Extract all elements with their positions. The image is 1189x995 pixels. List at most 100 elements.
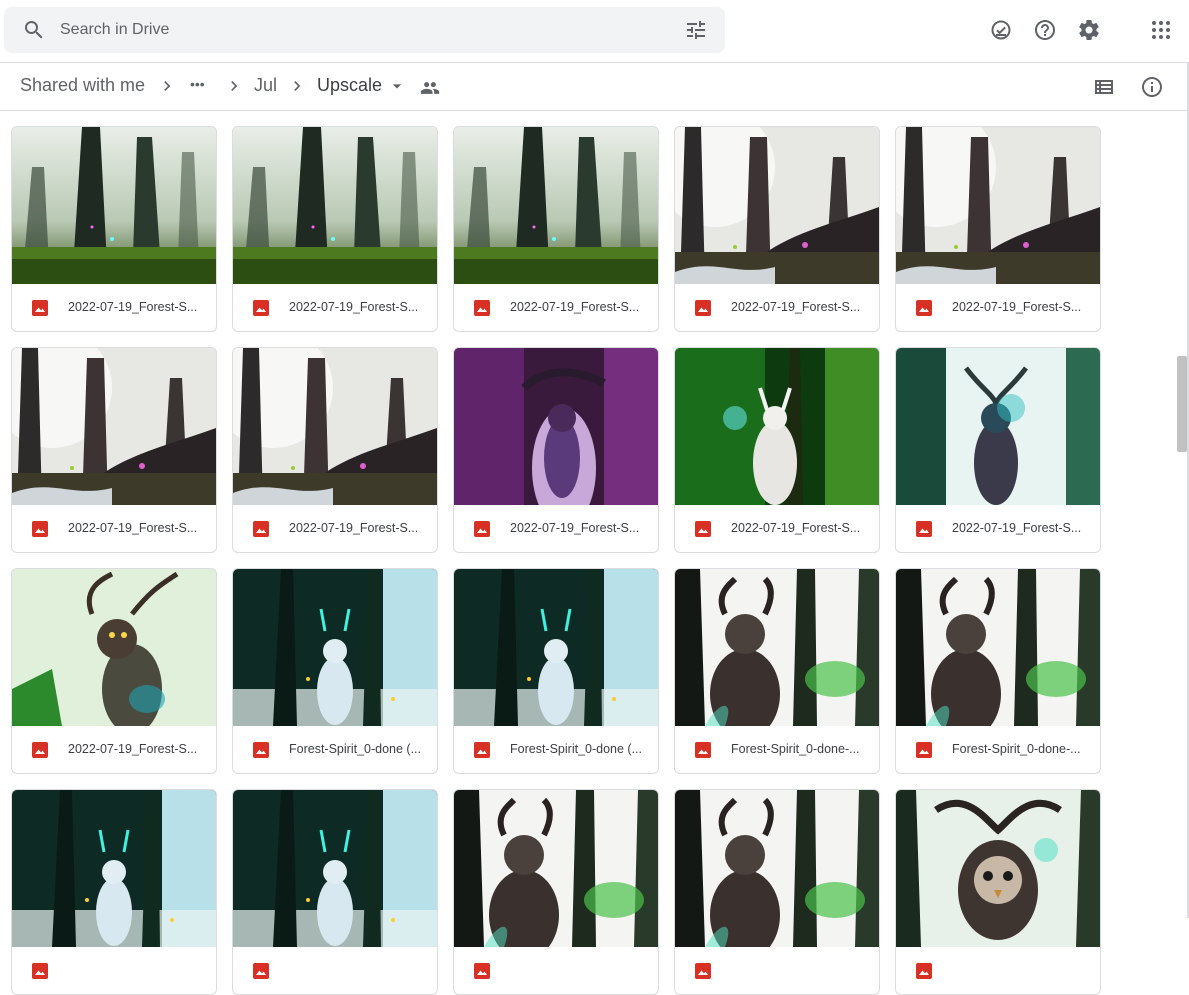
file-card[interactable]: Forest-Spirit_0-done-... — [674, 568, 880, 774]
file-label-row[interactable]: 2022-07-19_Forest-S... — [454, 284, 658, 331]
file-thumbnail[interactable] — [12, 127, 216, 284]
file-name: Forest-Spirit_0-done-... — [952, 742, 1081, 756]
file-name: 2022-07-19_Forest-S... — [68, 742, 198, 756]
file-thumbnail[interactable] — [233, 348, 437, 505]
file-thumbnail[interactable] — [896, 127, 1100, 284]
file-thumbnail[interactable] — [675, 348, 879, 505]
file-thumbnail[interactable] — [675, 127, 879, 284]
image-file-icon — [695, 521, 711, 537]
file-thumbnail[interactable] — [233, 790, 437, 947]
file-label-row[interactable]: 2022-07-19_Forest-S... — [12, 284, 216, 331]
file-thumbnail[interactable] — [454, 569, 658, 726]
file-thumbnail[interactable] — [12, 790, 216, 947]
file-label-row[interactable] — [675, 947, 879, 994]
file-card[interactable]: Forest-Spirit_0-done (... — [453, 568, 659, 774]
list-view-icon[interactable] — [1084, 67, 1124, 107]
image-file-icon — [916, 963, 932, 979]
scrollbar-thumb[interactable] — [1177, 356, 1187, 452]
file-card[interactable]: Forest-Spirit_0-done (... — [232, 568, 438, 774]
file-card[interactable]: 2022-07-19_Forest-S... — [11, 347, 217, 553]
file-label-row[interactable] — [896, 947, 1100, 994]
info-icon[interactable] — [1132, 67, 1172, 107]
file-name: 2022-07-19_Forest-S... — [289, 521, 419, 535]
file-card[interactable]: 2022-07-19_Forest-S... — [232, 347, 438, 553]
file-card[interactable]: 2022-07-19_Forest-S... — [11, 126, 217, 332]
file-card[interactable] — [895, 789, 1101, 995]
file-label-row[interactable] — [233, 947, 437, 994]
file-thumbnail[interactable] — [896, 569, 1100, 726]
file-label-row[interactable]: 2022-07-19_Forest-S... — [675, 505, 879, 552]
file-thumbnail[interactable] — [233, 569, 437, 726]
file-label-row[interactable]: Forest-Spirit_0-done (... — [233, 726, 437, 773]
file-card[interactable]: 2022-07-19_Forest-S... — [674, 126, 880, 332]
file-card[interactable] — [674, 789, 880, 995]
file-name: 2022-07-19_Forest-S... — [68, 521, 198, 535]
file-thumbnail[interactable] — [675, 569, 879, 726]
file-label-row[interactable] — [12, 947, 216, 994]
people-icon — [420, 78, 440, 98]
image-file-icon — [474, 742, 490, 758]
file-label-row[interactable]: 2022-07-19_Forest-S... — [454, 505, 658, 552]
file-label-row[interactable]: 2022-07-19_Forest-S... — [12, 726, 216, 773]
file-thumbnail[interactable] — [896, 790, 1100, 947]
file-thumbnail[interactable] — [896, 348, 1100, 505]
breadcrumb-jul[interactable]: Jul — [254, 75, 277, 96]
file-card[interactable]: 2022-07-19_Forest-S... — [453, 347, 659, 553]
file-thumbnail[interactable] — [233, 127, 437, 284]
file-thumbnail[interactable] — [12, 348, 216, 505]
search-box[interactable] — [4, 7, 725, 53]
offline-ready-icon[interactable] — [981, 10, 1021, 50]
file-label-row[interactable]: 2022-07-19_Forest-S... — [896, 505, 1100, 552]
breadcrumb-more-button[interactable]: ••• — [190, 76, 205, 92]
file-label-row[interactable]: 2022-07-19_Forest-S... — [233, 505, 437, 552]
settings-icon[interactable] — [1069, 10, 1109, 50]
file-label-row[interactable]: 2022-07-19_Forest-S... — [675, 284, 879, 331]
file-name: 2022-07-19_Forest-S... — [952, 521, 1082, 535]
file-card[interactable]: 2022-07-19_Forest-S... — [11, 568, 217, 774]
top-bar — [0, 0, 1189, 62]
file-label-row[interactable]: 2022-07-19_Forest-S... — [12, 505, 216, 552]
search-input[interactable] — [60, 7, 660, 53]
breadcrumb-shared-with-me[interactable]: Shared with me — [20, 75, 145, 96]
chevron-right-icon — [157, 76, 177, 96]
file-label-row[interactable] — [454, 947, 658, 994]
search-icon[interactable] — [22, 18, 46, 42]
image-file-icon — [253, 742, 269, 758]
file-card[interactable]: 2022-07-19_Forest-S... — [453, 126, 659, 332]
image-file-icon — [695, 742, 711, 758]
file-card[interactable]: 2022-07-19_Forest-S... — [895, 347, 1101, 553]
file-card[interactable]: Forest-Spirit_0-done-... — [895, 568, 1101, 774]
image-file-icon — [32, 963, 48, 979]
file-label-row[interactable]: Forest-Spirit_0-done-... — [896, 726, 1100, 773]
chevron-right-icon — [224, 76, 244, 96]
file-card[interactable] — [11, 789, 217, 995]
help-icon[interactable] — [1025, 10, 1065, 50]
chevron-right-icon — [287, 76, 307, 96]
breadcrumb: Shared with me ••• Jul Upscale — [0, 62, 1189, 111]
tune-icon[interactable] — [684, 18, 708, 42]
image-file-icon — [474, 963, 490, 979]
file-card[interactable] — [232, 789, 438, 995]
file-card[interactable]: 2022-07-19_Forest-S... — [895, 126, 1101, 332]
caret-down-icon[interactable] — [387, 76, 407, 96]
file-thumbnail[interactable] — [454, 127, 658, 284]
file-thumbnail[interactable] — [675, 790, 879, 947]
file-thumbnail[interactable] — [454, 348, 658, 505]
image-file-icon — [916, 521, 932, 537]
image-file-icon — [32, 300, 48, 316]
file-thumbnail[interactable] — [454, 790, 658, 947]
file-label-row[interactable]: Forest-Spirit_0-done-... — [675, 726, 879, 773]
file-name: 2022-07-19_Forest-S... — [731, 300, 861, 314]
file-thumbnail[interactable] — [12, 569, 216, 726]
file-card[interactable]: 2022-07-19_Forest-S... — [232, 126, 438, 332]
file-card[interactable]: 2022-07-19_Forest-S... — [674, 347, 880, 553]
apps-grid-icon[interactable] — [1141, 10, 1181, 50]
file-name: 2022-07-19_Forest-S... — [731, 521, 861, 535]
file-label-row[interactable]: 2022-07-19_Forest-S... — [233, 284, 437, 331]
breadcrumb-current-folder[interactable]: Upscale — [317, 75, 382, 96]
file-label-row[interactable]: Forest-Spirit_0-done (... — [454, 726, 658, 773]
file-card[interactable] — [453, 789, 659, 995]
image-file-icon — [32, 521, 48, 537]
file-label-row[interactable]: 2022-07-19_Forest-S... — [896, 284, 1100, 331]
image-file-icon — [253, 963, 269, 979]
